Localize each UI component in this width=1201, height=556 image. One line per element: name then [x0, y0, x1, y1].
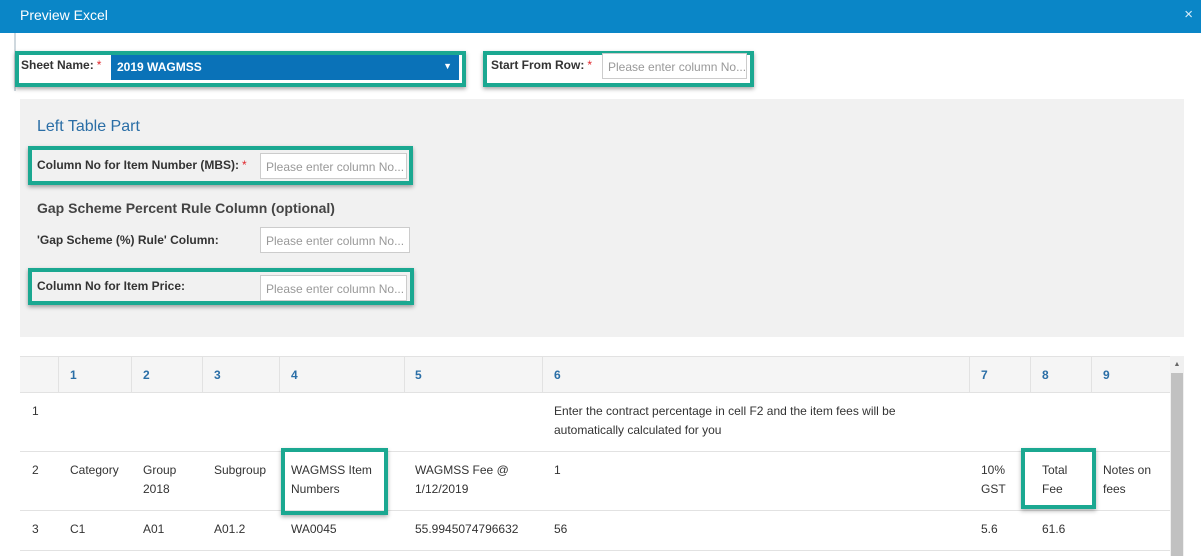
gap-column-input[interactable]: Please enter column No... [260, 227, 410, 253]
column-header-6[interactable]: 6 [554, 368, 561, 382]
grid-cell: WAGMSS Fee @ 1/12/2019 [415, 463, 509, 496]
item-price-label: Column No for Item Price: [37, 279, 186, 293]
grid-cell: Category [70, 463, 119, 477]
grid-cell: 5.6 [981, 522, 998, 536]
start-row-input[interactable]: Please enter column No... [602, 53, 747, 79]
grid-cell: 55.9945074796632 [415, 522, 519, 536]
grid-cell: 1 [554, 463, 561, 477]
gap-scheme-heading: Gap Scheme Percent Rule Column (optional… [37, 200, 335, 216]
close-icon[interactable]: × [1184, 6, 1193, 23]
column-header-5[interactable]: 5 [415, 368, 422, 382]
grid-cell: Enter the contract percentage in cell F2… [554, 404, 896, 437]
column-header-1[interactable]: 1 [70, 368, 77, 382]
column-header-4[interactable]: 4 [291, 368, 298, 382]
grid-cell: A01 [143, 522, 165, 536]
sheet-name-select[interactable]: 2019 WAGMSS ▼ [111, 55, 459, 80]
preview-grid: 1 2 3 4 5 6 7 8 9 1 Enter the contract p… [20, 356, 1170, 556]
left-table-title: Left Table Part [37, 118, 140, 135]
column-header-3[interactable]: 3 [214, 368, 221, 382]
total-fee-highlight [1021, 448, 1096, 509]
item-number-label: Column No for Item Number (MBS): * [37, 158, 247, 172]
column-header-9[interactable]: 9 [1103, 368, 1110, 382]
grid-cell: A01.2 [214, 522, 246, 536]
scroll-up-arrow-icon[interactable]: ▲ [1171, 360, 1183, 370]
sheet-name-label: Sheet Name: * [21, 58, 102, 72]
row-number: 2 [32, 463, 39, 477]
start-row-label: Start From Row: * [491, 58, 593, 72]
grid-cell: C1 [70, 522, 86, 536]
required-marker: * [242, 158, 247, 172]
row-number: 3 [32, 522, 39, 536]
gap-column-label: 'Gap Scheme (%) Rule' Column: [37, 233, 219, 247]
row-number: 1 [32, 404, 39, 418]
column-header-8[interactable]: 8 [1042, 368, 1049, 382]
dialog-titlebar: Preview Excel × [0, 0, 1201, 33]
grid-cell: WA0045 [291, 522, 337, 536]
grid-header: 1 2 3 4 5 6 7 8 9 [20, 357, 1170, 393]
grid-cell: 56 [554, 522, 568, 536]
sheet-name-value: 2019 WAGMSS [117, 60, 202, 74]
column-header-7[interactable]: 7 [981, 368, 988, 382]
grid-scrollbar-thumb[interactable] [1171, 373, 1183, 556]
item-number-input[interactable]: Please enter column No... [260, 153, 407, 179]
required-marker: * [96, 58, 102, 72]
required-marker: * [587, 58, 593, 72]
grid-cell: 10% GST [981, 463, 1006, 496]
grid-cell: 61.6 [1042, 522, 1066, 536]
column-header-2[interactable]: 2 [143, 368, 150, 382]
grid-cell: Subgroup [214, 463, 267, 477]
item-numbers-highlight [281, 448, 388, 515]
chevron-down-icon: ▼ [443, 61, 452, 71]
item-price-input[interactable]: Please enter column No... [260, 275, 407, 301]
grid-cell: Notes on fees [1103, 463, 1152, 496]
dialog-title: Preview Excel [20, 7, 108, 23]
grid-cell: Group 2018 [143, 463, 177, 496]
